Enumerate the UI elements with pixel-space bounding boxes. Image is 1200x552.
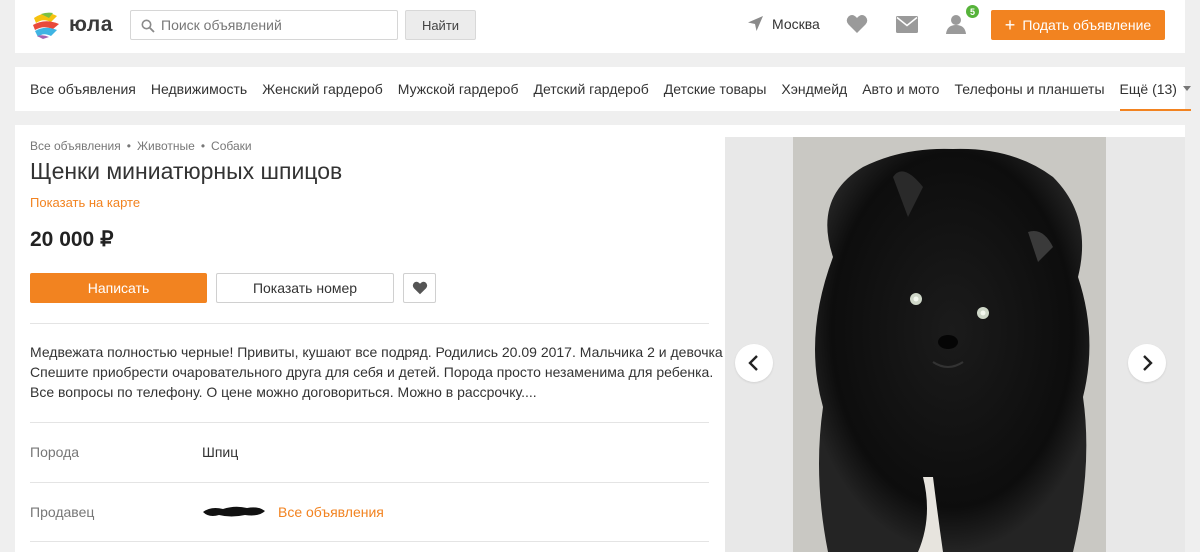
- search-input[interactable]: [161, 11, 391, 39]
- search-button[interactable]: Найти: [405, 10, 476, 40]
- divider: [30, 541, 709, 542]
- favorite-button[interactable]: [403, 273, 436, 303]
- breadcrumb: Все объявления • Животные • Собаки: [30, 139, 252, 153]
- listing-card: Все объявления • Животные • Собаки Щенки…: [15, 125, 1185, 552]
- category-womens-wardrobe[interactable]: Женский гардероб: [262, 67, 383, 111]
- heart-icon[interactable]: [846, 14, 868, 34]
- category-realty[interactable]: Недвижимость: [151, 67, 247, 111]
- breed-label: Порода: [30, 444, 80, 460]
- category-more-label: Ещё (13): [1119, 81, 1177, 97]
- seller-all-ads-link[interactable]: Все объявления: [278, 504, 384, 520]
- chevron-down-icon: [1182, 86, 1191, 91]
- category-kids-goods[interactable]: Детские товары: [664, 67, 767, 111]
- breadcrumb-item[interactable]: Собаки: [211, 139, 252, 153]
- search-icon: [141, 19, 155, 33]
- show-phone-button[interactable]: Показать номер: [216, 273, 394, 303]
- breadcrumb-separator: •: [126, 139, 131, 153]
- post-ad-label: Подать объявление: [1022, 17, 1152, 33]
- description-line: Все вопросы по телефону. О цене можно до…: [30, 384, 537, 400]
- seller-name-redacted: [203, 506, 265, 517]
- seller-label: Продавец: [30, 504, 95, 520]
- divider: [30, 422, 709, 423]
- category-more-dropdown[interactable]: Ещё (13): [1119, 67, 1191, 111]
- listing-photo[interactable]: [793, 137, 1106, 552]
- category-phones[interactable]: Телефоны и планшеты: [954, 67, 1104, 111]
- breed-value: Шпиц: [202, 444, 239, 460]
- divider: [30, 323, 709, 324]
- gallery-next-button[interactable]: [1128, 344, 1166, 382]
- category-handmade[interactable]: Хэндмейд: [781, 67, 847, 111]
- breadcrumb-item[interactable]: Все объявления: [30, 139, 121, 153]
- listing-title: Щенки миниатюрных шпицов: [30, 158, 343, 184]
- plus-icon: +: [1004, 15, 1016, 35]
- breadcrumb-item[interactable]: Животные: [137, 139, 195, 153]
- category-mens-wardrobe[interactable]: Мужской гардероб: [398, 67, 519, 111]
- photo-gallery: [725, 137, 1185, 552]
- post-ad-button[interactable]: + Подать объявление: [991, 10, 1165, 40]
- city-selector[interactable]: Москва: [747, 15, 820, 32]
- category-nav: Все объявления Недвижимость Женский гард…: [15, 67, 1191, 111]
- location-arrow-icon: [748, 16, 763, 31]
- divider: [30, 482, 709, 483]
- breadcrumb-separator: •: [200, 139, 206, 153]
- category-auto-moto[interactable]: Авто и мото: [862, 67, 939, 111]
- envelope-icon[interactable]: [896, 16, 918, 33]
- puppy-photo: [793, 137, 1106, 552]
- category-kids-wardrobe[interactable]: Детский гардероб: [533, 67, 648, 111]
- notifications-badge: 5: [966, 5, 979, 18]
- user-icon[interactable]: [946, 14, 966, 34]
- logo-mark-icon: [33, 12, 59, 39]
- search-box: [130, 10, 398, 40]
- show-on-map-link[interactable]: Показать на карте: [30, 195, 140, 210]
- city-name: Москва: [772, 15, 820, 32]
- chevron-left-icon: [748, 355, 758, 371]
- listing-description: Медвежата полностью черные! Привиты, куш…: [30, 342, 739, 402]
- logo[interactable]: юла: [31, 10, 113, 40]
- top-header: юла Найти Москва 5 + Подать объявление: [15, 0, 1185, 53]
- description-line: Спешите приобрести очаровательного друга…: [30, 364, 714, 380]
- chevron-right-icon: [1143, 355, 1153, 371]
- category-all[interactable]: Все объявления: [30, 67, 136, 111]
- listing-price: 20 000 ₽: [30, 228, 114, 251]
- heart-icon: [412, 281, 427, 295]
- description-line: Медвежата полностью черные! Привиты, куш…: [30, 344, 739, 360]
- write-message-button[interactable]: Написать: [30, 273, 207, 303]
- gallery-prev-button[interactable]: [735, 344, 773, 382]
- logo-text: юла: [69, 13, 113, 36]
